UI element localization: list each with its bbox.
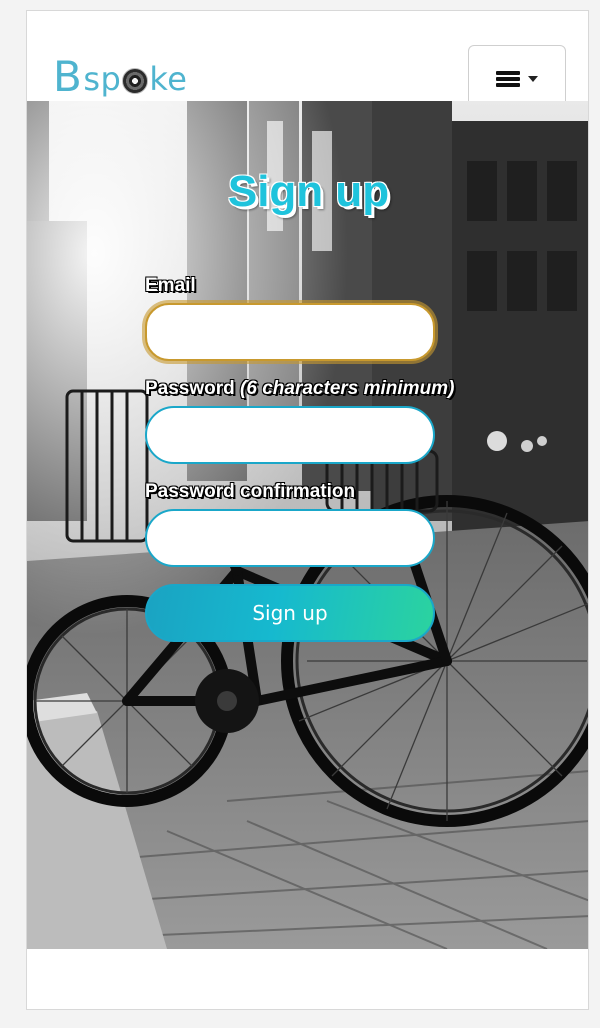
hamburger-icon: [496, 71, 520, 87]
navbar: B sp ke: [27, 11, 588, 113]
brand-logo[interactable]: B sp ke: [53, 49, 187, 101]
email-label: Email: [145, 275, 475, 297]
password-confirmation-label: Password confirmation: [145, 481, 475, 503]
email-field[interactable]: [145, 303, 435, 361]
brand-text-start: sp: [83, 60, 122, 98]
signup-form: Email Password (6 characters minimum) Pa…: [145, 275, 475, 642]
wheel-icon: [122, 68, 149, 94]
password-label-text: Password: [145, 378, 235, 399]
browser-viewport: B sp ke Sign up Email Password (6 charac…: [26, 10, 589, 1010]
password-confirmation-field[interactable]: [145, 509, 435, 567]
email-label-text: Email: [145, 275, 196, 296]
brand-text-end: ke: [149, 60, 188, 98]
brand-wordmark: sp ke: [83, 61, 187, 97]
password-hint: (6 characters minimum): [240, 378, 455, 399]
sign-up-button[interactable]: Sign up: [145, 584, 435, 642]
password-field[interactable]: [145, 406, 435, 464]
caret-down-icon: [528, 76, 538, 82]
password-confirmation-label-text: Password confirmation: [145, 481, 356, 502]
brand-letter-b: B: [53, 52, 83, 101]
hero-background: Sign up Email Password (6 characters min…: [27, 101, 588, 949]
footer-area: [27, 949, 588, 1009]
page-title: Sign up: [227, 167, 390, 216]
password-label: Password (6 characters minimum): [145, 378, 475, 400]
